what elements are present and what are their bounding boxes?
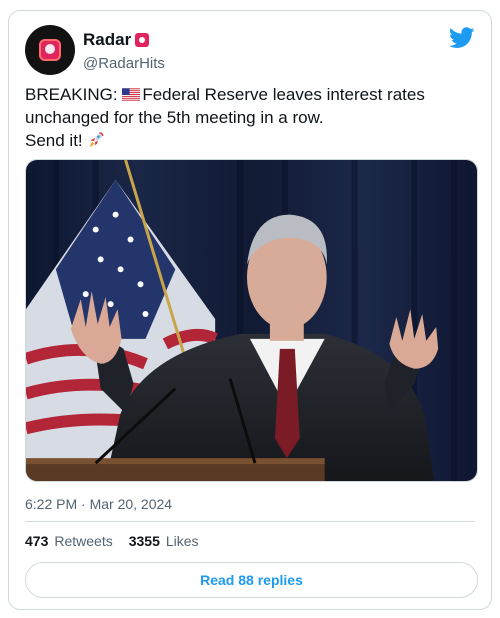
read-replies-button[interactable]: Read 88 replies bbox=[25, 562, 478, 598]
tweet-text-line1: BREAKING: bbox=[25, 85, 123, 104]
author-handle[interactable]: @RadarHits bbox=[83, 55, 165, 72]
like-label[interactable]: Likes bbox=[166, 533, 199, 549]
siren-icon bbox=[39, 39, 61, 61]
tweet-text: BREAKING: Federal Reserve leaves interes… bbox=[25, 83, 475, 152]
retweet-count[interactable]: 473 bbox=[25, 533, 48, 549]
tweet-text-line3: Send it! bbox=[25, 131, 88, 150]
tweet-stats: 473 Retweets 3355 Likes bbox=[25, 533, 209, 549]
tweet-photo[interactable] bbox=[25, 159, 478, 482]
author-name-row[interactable]: Radar bbox=[83, 30, 150, 50]
like-count[interactable]: 3355 bbox=[129, 533, 160, 549]
tweet-card: Radar @RadarHits BREAKING: Federal Reser… bbox=[8, 10, 492, 610]
rocket-icon bbox=[90, 132, 104, 148]
divider bbox=[25, 521, 475, 522]
retweet-label[interactable]: Retweets bbox=[54, 533, 112, 549]
tweet-timestamp[interactable]: 6:22 PM · Mar 20, 2024 bbox=[25, 496, 172, 512]
tweet-text-line1b: Federal Reserve leaves interest rates bbox=[142, 85, 425, 104]
author-name[interactable]: Radar bbox=[83, 30, 131, 50]
twitter-bird-icon[interactable] bbox=[449, 27, 475, 49]
us-flag-icon bbox=[122, 88, 141, 101]
tweet-text-line2: unchanged for the 5th meeting in a row. bbox=[25, 108, 324, 127]
siren-badge-icon bbox=[135, 33, 150, 47]
avatar[interactable] bbox=[25, 25, 75, 75]
